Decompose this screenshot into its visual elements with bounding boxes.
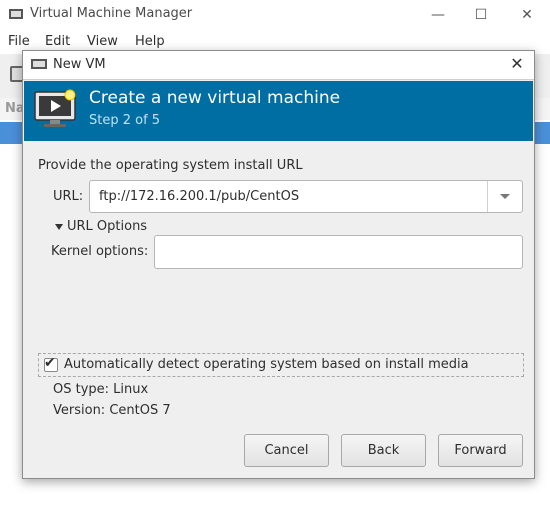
menu-help[interactable]: Help bbox=[135, 34, 165, 49]
wizard-step: Step 2 of 5 bbox=[89, 113, 161, 128]
install-url-heading: Provide the operating system install URL bbox=[38, 158, 303, 173]
url-options-label: URL Options bbox=[67, 219, 148, 234]
os-version-text: Version: CentOS 7 bbox=[53, 403, 171, 418]
url-combobox[interactable]: ftp://172.16.200.1/pub/CentOS bbox=[89, 180, 523, 213]
back-button[interactable]: Back bbox=[341, 434, 426, 467]
auto-detect-os-label[interactable]: Automatically detect operating system ba… bbox=[64, 357, 469, 372]
os-type-text: OS type: Linux bbox=[53, 382, 149, 397]
kernel-options-label: Kernel options: bbox=[51, 244, 149, 259]
dialog-title: New VM bbox=[53, 57, 106, 72]
chevron-down-icon bbox=[500, 194, 510, 199]
expander-arrow-icon bbox=[55, 224, 63, 230]
minimize-button[interactable]: — bbox=[424, 3, 452, 27]
url-input[interactable]: ftp://172.16.200.1/pub/CentOS bbox=[99, 189, 299, 204]
menu-file[interactable]: File bbox=[8, 34, 30, 49]
vmm-app-icon bbox=[9, 9, 23, 19]
dialog-titlebar: New VM ✕ bbox=[23, 51, 534, 80]
new-vm-dialog: New VM ✕ Create a new virtual machine St… bbox=[22, 50, 535, 479]
url-label: URL: bbox=[53, 189, 84, 204]
cancel-button[interactable]: Cancel bbox=[244, 434, 329, 467]
vm-icon bbox=[31, 59, 47, 69]
auto-detect-os-checkbox-row[interactable]: ✔ Automatically detect operating system … bbox=[38, 353, 524, 377]
url-dropdown-button[interactable] bbox=[487, 181, 522, 212]
wizard-title: Create a new virtual machine bbox=[89, 88, 341, 108]
close-button[interactable]: ✕ bbox=[513, 3, 541, 27]
checkmark-icon: ✔ bbox=[44, 355, 56, 371]
menu-edit[interactable]: Edit bbox=[45, 34, 70, 49]
wizard-banner: Create a new virtual machine Step 2 of 5 bbox=[24, 81, 533, 141]
main-window-title: Virtual Machine Manager bbox=[30, 6, 193, 21]
auto-detect-os-checkbox[interactable]: ✔ bbox=[44, 355, 58, 372]
dialog-close-button[interactable]: ✕ bbox=[506, 53, 528, 75]
kernel-options-input[interactable] bbox=[154, 235, 523, 269]
forward-button[interactable]: Forward bbox=[438, 434, 523, 467]
main-window-titlebar: Virtual Machine Manager — ☐ ✕ bbox=[0, 0, 550, 30]
maximize-button[interactable]: ☐ bbox=[467, 3, 495, 27]
new-vm-monitor-icon bbox=[34, 89, 76, 127]
menu-view[interactable]: View bbox=[87, 34, 118, 49]
